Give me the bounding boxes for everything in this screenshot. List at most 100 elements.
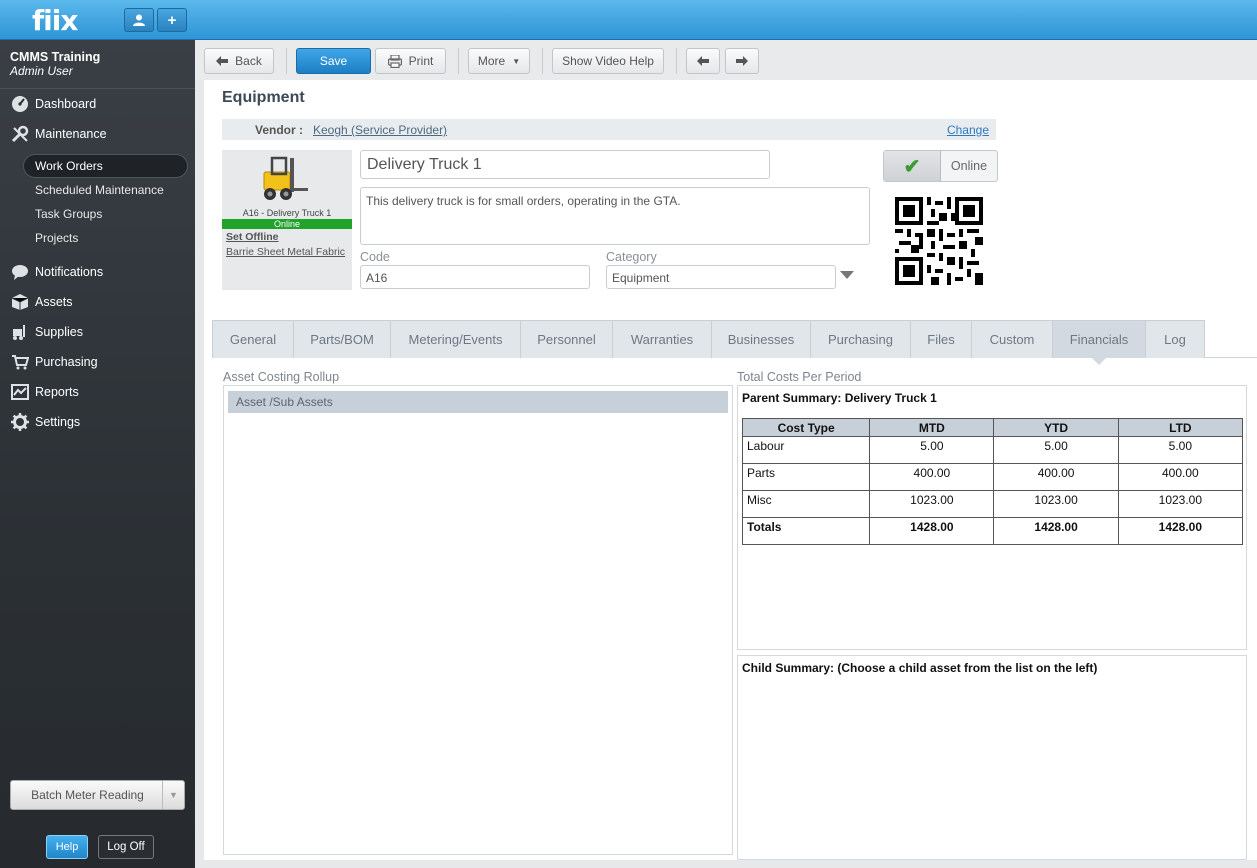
table-row: Labour 5.00 5.00 5.00	[741, 436, 1244, 464]
caret-down-icon: ▼	[512, 56, 521, 66]
page-title: Equipment	[222, 89, 305, 106]
arrow-left-icon	[216, 56, 229, 66]
online-toggle[interactable]: ✔ Online	[883, 150, 998, 182]
ytd-cell: 1023.00	[993, 490, 1119, 518]
org-name: CMMS Training	[10, 50, 101, 64]
child-summary-panel: Child Summary: (Choose a child asset fro…	[737, 655, 1247, 860]
back-button[interactable]: Back	[204, 48, 274, 74]
asset-caption: A16 - Delivery Truck 1	[242, 208, 332, 218]
tab-businesses[interactable]: Businesses	[711, 320, 811, 358]
nav-settings[interactable]: Settings	[10, 412, 80, 431]
nav-notifications[interactable]: Notifications	[10, 262, 103, 281]
tab-financials[interactable]: Financials	[1052, 320, 1146, 365]
tab-parts-bom[interactable]: Parts/BOM	[293, 320, 391, 358]
asset-sub-assets-row[interactable]: Asset /Sub Assets	[228, 391, 728, 413]
nav-reports[interactable]: Reports	[10, 382, 79, 401]
mtd-cell: 1023.00	[869, 490, 995, 518]
gear-icon	[10, 412, 29, 431]
total-costs-per-period-title: Total Costs Per Period	[737, 370, 862, 384]
show-video-help-button[interactable]: Show Video Help	[552, 48, 664, 74]
user-icon	[133, 14, 145, 26]
online-toggle-label: Online	[950, 159, 988, 173]
nav-purchasing[interactable]: Purchasing	[10, 352, 98, 371]
dashboard-icon	[10, 94, 29, 113]
back-label: Back	[235, 54, 262, 68]
column-header: MTD	[869, 418, 995, 437]
top-bar: fiix +	[0, 0, 1257, 40]
batch-meter-reading-label: Batch Meter Reading	[31, 788, 144, 802]
user-name: Admin User	[10, 64, 73, 78]
wrench-icon	[10, 124, 29, 143]
cost-type-cell: Parts	[741, 463, 871, 491]
nav-assets-label: Assets	[35, 294, 73, 309]
tab-purchasing[interactable]: Purchasing	[810, 320, 911, 358]
table-row: Misc 1023.00 1023.00 1023.00	[741, 490, 1244, 518]
qr-code	[895, 197, 983, 285]
save-button[interactable]: Save	[296, 48, 371, 74]
nav-maintenance[interactable]: Maintenance	[10, 124, 107, 143]
log-off-button[interactable]: Log Off	[98, 835, 154, 859]
code-field[interactable]: A16	[360, 265, 590, 289]
vendor-label: Vendor :	[255, 123, 304, 137]
totals-row: Totals 1428.00 1428.00 1428.00	[741, 517, 1244, 545]
ltd-cell: 400.00	[1117, 463, 1244, 491]
tab-warranties[interactable]: Warranties	[612, 320, 712, 358]
checkmark-icon: ✔	[884, 151, 941, 181]
ytd-cell: 5.00	[993, 436, 1119, 464]
nav-dashboard[interactable]: Dashboard	[10, 94, 96, 113]
ytd-cell: 1428.00	[993, 517, 1119, 545]
tab-custom[interactable]: Custom	[971, 320, 1053, 358]
change-vendor-link[interactable]: Change	[947, 123, 989, 137]
nav-assets[interactable]: Assets	[10, 292, 73, 311]
chevron-down-icon[interactable]: ▼	[162, 781, 184, 809]
asset-costing-rollup-panel: Asset /Sub Assets	[223, 385, 733, 855]
sidebar-item-work-orders[interactable]: Work Orders	[23, 154, 188, 178]
mtd-cell: 400.00	[869, 463, 995, 491]
category-field[interactable]: Equipment	[606, 265, 836, 289]
category-label: Category	[606, 250, 657, 264]
vendor-link[interactable]: Keogh (Service Provider)	[313, 123, 447, 137]
sidebar-item-task-groups[interactable]: Task Groups	[35, 207, 102, 221]
location-link[interactable]: Barrie Sheet Metal Fabric	[226, 246, 345, 258]
fiix-logo[interactable]: fiix	[32, 4, 78, 37]
tab-files[interactable]: Files	[910, 320, 972, 358]
tab-general[interactable]: General	[212, 320, 294, 358]
sidebar: CMMS Training Admin User Dashboard Maint…	[0, 40, 195, 868]
status-badge: Online	[222, 219, 352, 229]
nav-supplies[interactable]: Supplies	[10, 322, 83, 341]
box-icon	[10, 292, 29, 311]
nav-maintenance-label: Maintenance	[35, 126, 107, 141]
column-header: YTD	[993, 418, 1119, 437]
nav-notifications-label: Notifications	[35, 264, 104, 279]
quick-add-button[interactable]: +	[157, 8, 187, 32]
category-dropdown-icon[interactable]	[840, 271, 854, 279]
ytd-cell: 400.00	[993, 463, 1119, 491]
previous-record-button[interactable]	[686, 48, 720, 74]
table-row: Parts 400.00 400.00 400.00	[741, 463, 1244, 491]
user-profile-button[interactable]	[124, 8, 154, 32]
more-dropdown[interactable]: More ▼	[468, 48, 530, 74]
main-panel: Equipment Vendor : Keogh (Service Provid…	[204, 80, 1257, 860]
tab-metering-events[interactable]: Metering/Events	[390, 320, 521, 358]
tab-log[interactable]: Log	[1145, 320, 1205, 358]
asset-name-field[interactable]: Delivery Truck 1	[360, 150, 770, 179]
batch-meter-reading-button[interactable]: Batch Meter Reading ▼	[10, 780, 185, 810]
cost-type-cell: Totals	[741, 517, 871, 545]
ltd-cell: 1023.00	[1117, 490, 1244, 518]
tab-personnel[interactable]: Personnel	[520, 320, 613, 358]
sidebar-item-scheduled-maintenance[interactable]: Scheduled Maintenance	[35, 183, 164, 197]
chart-icon	[10, 382, 29, 401]
code-label: Code	[360, 250, 390, 264]
sidebar-item-projects[interactable]: Projects	[35, 231, 78, 245]
column-header: Cost Type	[741, 418, 871, 437]
set-offline-link[interactable]: Set Offline	[226, 231, 279, 243]
description-field[interactable]: This delivery truck is for small orders,…	[360, 187, 870, 245]
help-button[interactable]: Help	[46, 835, 88, 859]
print-label: Print	[408, 54, 434, 68]
next-record-button[interactable]	[725, 48, 759, 74]
arrow-left-icon	[697, 56, 709, 66]
print-button[interactable]: Print	[375, 48, 446, 74]
arrow-right-icon	[736, 56, 748, 66]
parent-summary-panel: Parent Summary: Delivery Truck 1 Cost Ty…	[737, 385, 1247, 650]
toolbar: Back Save Print More ▼ Show Video Help	[195, 40, 1257, 80]
